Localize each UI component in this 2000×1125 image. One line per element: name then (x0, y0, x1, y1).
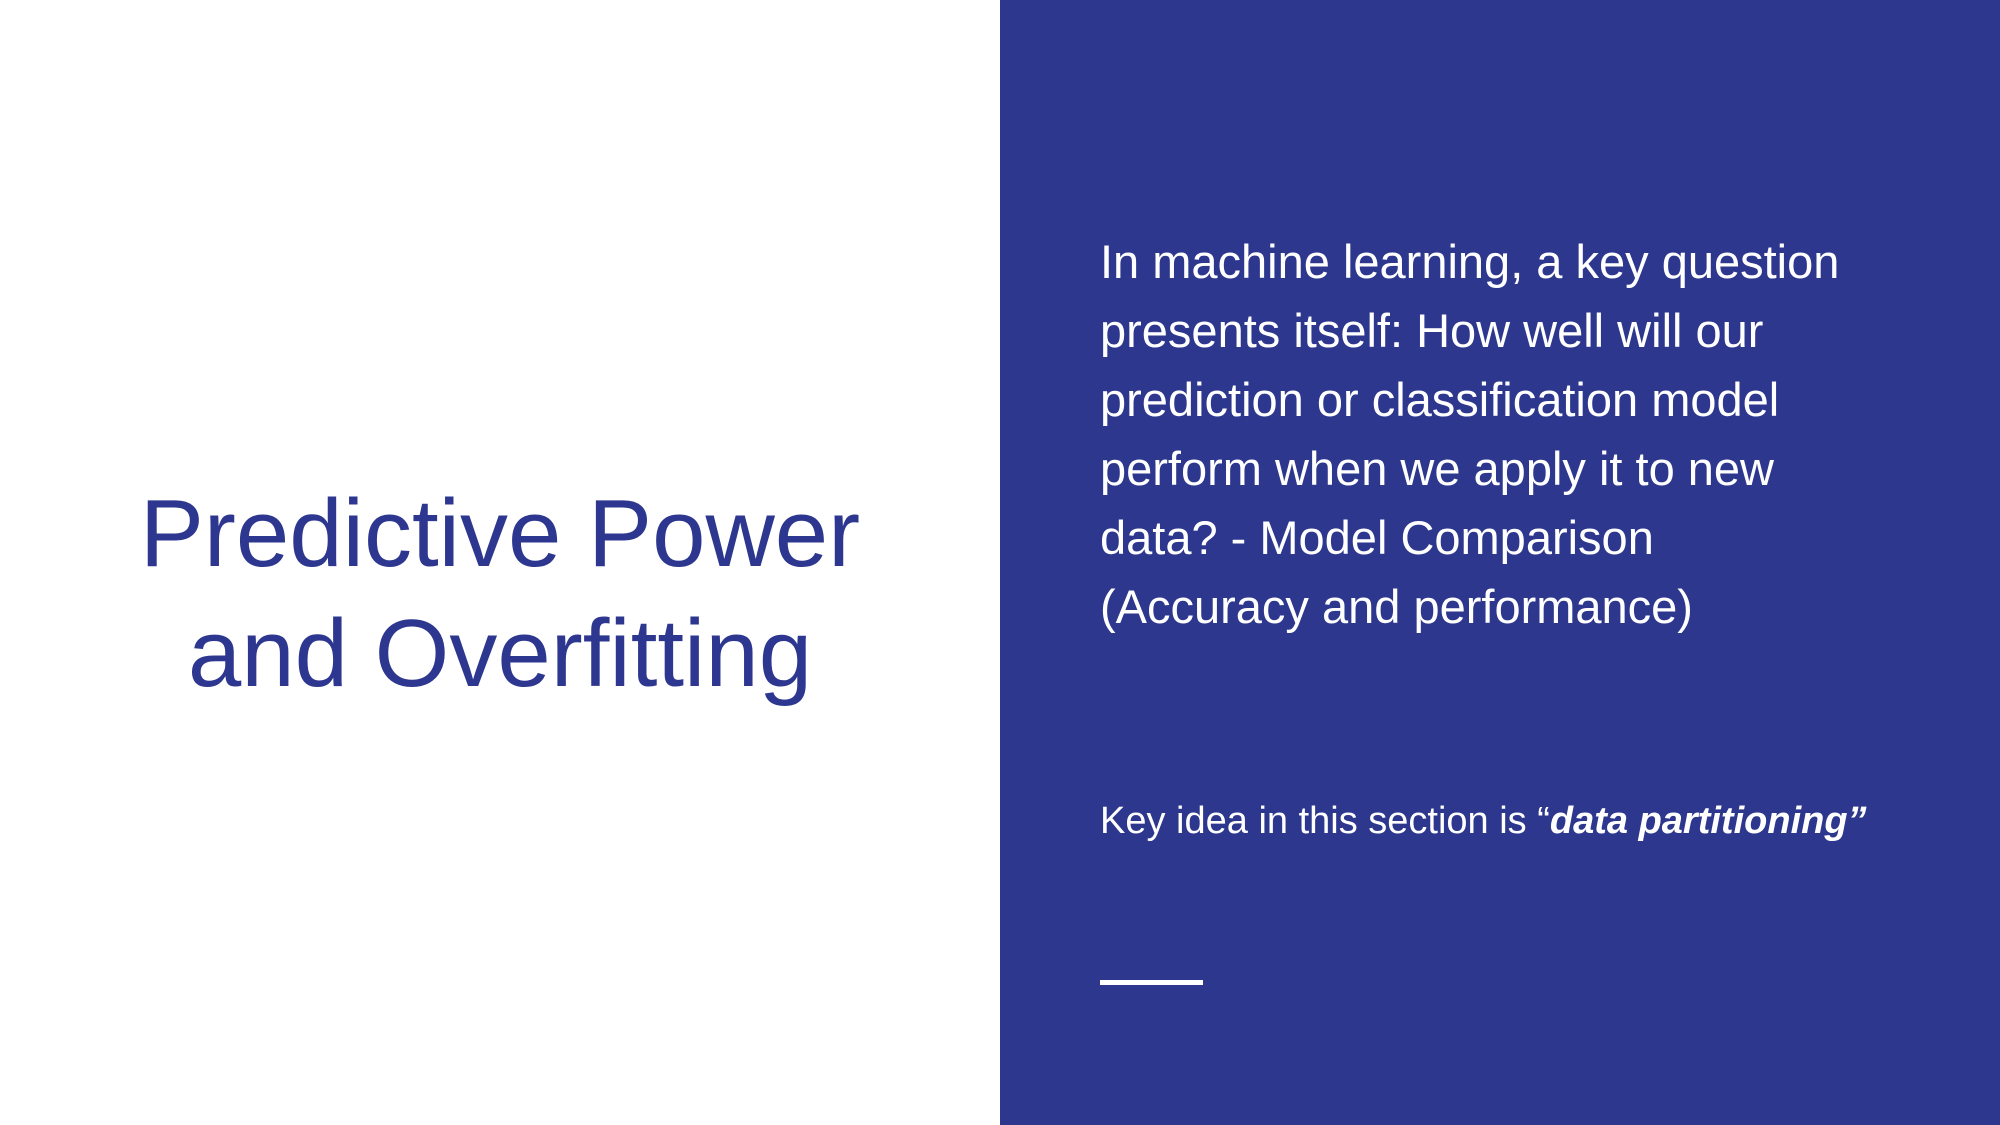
body-line-5: data? - Model Comparison (1100, 511, 1654, 564)
body-line-1: In machine learning, a key question (1100, 235, 1840, 288)
accent-divider (1100, 980, 1203, 985)
body-line-4: perform when we apply it to new (1100, 442, 1774, 495)
key-idea-emphasis: data partitioning” (1549, 800, 1867, 842)
content-panel: In machine learning, a key question pres… (1000, 0, 2000, 1125)
slide-title: Predictive Power and Overfitting (0, 474, 1000, 714)
body-paragraph: In machine learning, a key question pres… (1100, 227, 1920, 641)
key-idea-text: Key idea in this section is “data partit… (1100, 798, 1920, 844)
title-line-2: and Overfitting (187, 600, 813, 707)
title-panel: Predictive Power and Overfitting (0, 0, 1000, 1125)
key-idea-prefix: Key idea in this section is “ (1100, 800, 1550, 842)
body-line-3: prediction or classification model (1100, 373, 1780, 426)
body-line-6: (Accuracy and performance) (1100, 580, 1693, 633)
title-line-1: Predictive Power (139, 480, 861, 587)
body-line-2: presents itself: How well will our (1100, 304, 1764, 357)
slide: Predictive Power and Overfitting In mach… (0, 0, 2000, 1125)
